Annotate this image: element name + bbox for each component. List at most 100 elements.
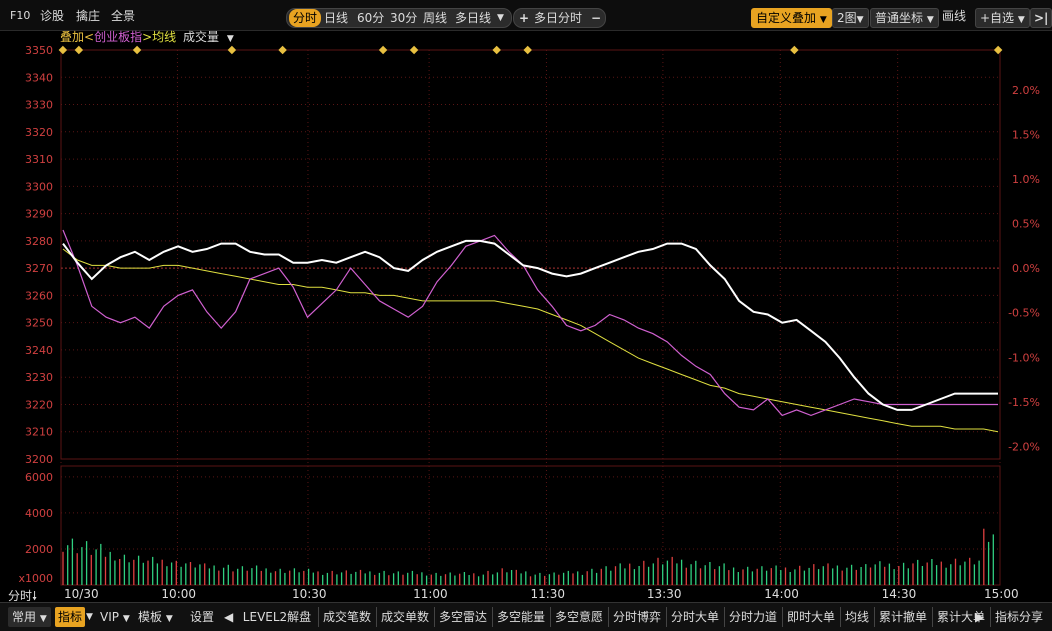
price-tick-label: 3290 [25, 208, 53, 221]
common-label: 常用 [12, 610, 37, 624]
fenshi-label: 分时 [8, 589, 33, 603]
event-marker [132, 45, 142, 55]
chevron-down-icon: ▼ [856, 15, 864, 25]
indicator-tab[interactable]: 成交单数 [376, 607, 435, 627]
bottom-toolbar: 常用 ▼ 指标 ▼ VIP ▼ 模板 ▼ 设置 ◀ LEVEL2解盘 成交笔数 成交… [0, 602, 1052, 631]
event-marker [993, 45, 1003, 55]
period-tab-multiday[interactable]: 多日线 [455, 9, 491, 27]
chart-count-button[interactable]: 2图▼ [832, 8, 869, 28]
indicator-tab[interactable]: 均线 [840, 607, 875, 627]
event-marker [790, 45, 799, 55]
indicator-tab[interactable]: 即时大单 [782, 607, 841, 627]
event-marker [227, 45, 237, 55]
time-tick-label: 11:30 [530, 587, 565, 601]
chart-count-label: 2图 [837, 11, 857, 25]
index-name-label[interactable]: 创业板指 [94, 30, 142, 44]
coordinate-label: 普通坐标 [875, 11, 924, 25]
overlay-label[interactable]: 叠加< [60, 30, 94, 44]
draw-line-button[interactable]: 画线 [942, 8, 966, 24]
panorama-button[interactable]: 全景 [111, 8, 135, 24]
custom-overlay-button[interactable]: 自定义叠加 ▼ [751, 8, 832, 28]
self-select-button[interactable]: +自选 ▼ [975, 8, 1030, 28]
price-tick-label: 3270 [25, 262, 53, 275]
pct-tick-label: -0.5% [1008, 307, 1040, 320]
indicator-tab[interactable]: 分时大单 [666, 607, 725, 627]
template-label: 模板 [138, 610, 163, 624]
chevron-down-icon: ▼ [122, 614, 130, 624]
period-tab-30min[interactable]: 30分 [390, 9, 417, 27]
chevron-down-icon: ▼ [926, 15, 934, 25]
time-tick-label: 10:30 [292, 587, 327, 601]
event-marker [409, 45, 419, 55]
f10-button[interactable]: F10 [10, 8, 30, 24]
event-marker [278, 45, 287, 55]
price-tick-label: 3350 [25, 44, 53, 57]
pct-tick-label: -2.0% [1008, 440, 1040, 453]
chart-legend: 叠加<创业板指>均线 成交量 ▼ [60, 29, 234, 45]
price-tick-label: 3230 [25, 371, 53, 384]
time-tick-label: 14:30 [882, 587, 917, 601]
time-tick-label: 11:00 [413, 587, 448, 601]
indicator-tab[interactable]: 分时博弈 [608, 607, 667, 627]
pct-tick-label: 0.0% [1012, 262, 1040, 275]
tabs-left-arrow-icon[interactable]: ◀ [224, 607, 233, 627]
price-tick-label: 3240 [25, 344, 53, 357]
common-button[interactable]: 常用 ▼ [8, 607, 51, 627]
time-tick-label: 13:30 [647, 587, 682, 601]
pct-tick-label: 0.5% [1012, 218, 1040, 231]
indicator-tab[interactable]: LEVEL2解盘 [236, 607, 319, 627]
settings-button[interactable]: 设置 [190, 607, 214, 627]
period-tab-60min[interactable]: 60分 [357, 9, 384, 27]
price-tick-label: 3200 [25, 453, 53, 466]
chevron-down-icon: ▼ [1017, 15, 1025, 25]
self-select-label: +自选 [980, 11, 1015, 25]
period-tab-daily[interactable]: 日线 [324, 9, 348, 27]
time-tick-label: 15:00 [984, 587, 1019, 601]
diagnose-button[interactable]: 诊股 [40, 8, 64, 24]
pct-tick-label: 2.0% [1012, 84, 1040, 97]
vip-label: VIP [100, 610, 119, 624]
price-tick-label: 3310 [25, 153, 53, 166]
coordinate-button[interactable]: 普通坐标 ▼ [870, 8, 939, 28]
period-tab-fenshi[interactable]: 分时 [289, 9, 322, 27]
tabs-right-arrow-icon[interactable]: ▶ [975, 607, 984, 627]
dealer-button[interactable]: 擒庄 [76, 8, 100, 24]
minus-icon[interactable]: − [591, 9, 601, 27]
price-tick-label: 3300 [25, 180, 53, 193]
collapse-icon[interactable]: >| [1030, 8, 1052, 28]
indicator-share-button[interactable]: 指标分享 [995, 607, 1043, 627]
plus-icon[interactable]: + [519, 9, 529, 27]
pct-tick-label: 1.0% [1012, 173, 1040, 186]
avg-line-label: >均线 [142, 30, 177, 44]
chevron-down-icon: ▼ [39, 614, 47, 624]
indicator-tab[interactable]: 成交笔数 [318, 607, 377, 627]
indicator-label: 指标 [58, 610, 83, 624]
template-button[interactable]: 模板 ▼ [138, 607, 173, 627]
vip-button[interactable]: VIP ▼ [100, 607, 130, 627]
volume-pane-frame [60, 465, 1001, 586]
chevron-down-icon[interactable]: ▼ [227, 34, 234, 44]
indicator-tab[interactable]: 多空能量 [492, 607, 551, 627]
period-selector: 分时 日线 60分 30分 周线 多日线 ▼ [286, 8, 512, 28]
price-tick-label: 3280 [25, 235, 53, 248]
indicator-tab[interactable]: 多空雷达 [434, 607, 493, 627]
custom-overlay-label: 自定义叠加 [756, 11, 817, 25]
price-tick-label: 3340 [25, 71, 53, 84]
chevron-down-icon: ▼ [165, 614, 173, 624]
volume-tick-label: 6000 [25, 471, 53, 484]
period-tab-weekly[interactable]: 周线 [423, 9, 447, 27]
indicator-tab[interactable]: 多空意愿 [550, 607, 609, 627]
event-marker [74, 45, 84, 55]
volume-label: 成交量 [182, 30, 219, 44]
indicator-tab[interactable]: 分时力道 [724, 607, 783, 627]
indicator-button[interactable]: 指标 [55, 607, 86, 627]
price-tick-label: 3220 [25, 398, 53, 411]
indicator-tab[interactable]: 累计撤单 [874, 607, 933, 627]
price-tick-label: 3210 [25, 426, 53, 439]
chevron-down-icon[interactable]: ▼ [497, 9, 504, 27]
chevron-down-icon[interactable]: ▼ [86, 607, 93, 627]
pct-tick-label: 1.5% [1012, 128, 1040, 141]
time-tick-label: 14:00 [764, 587, 799, 601]
intraday-chart[interactable]: 3350 3340 3330 3320 3310 3300 3290 3280 3270 3260… [0, 44, 1052, 602]
pct-tick-label: -1.0% [1008, 351, 1040, 364]
